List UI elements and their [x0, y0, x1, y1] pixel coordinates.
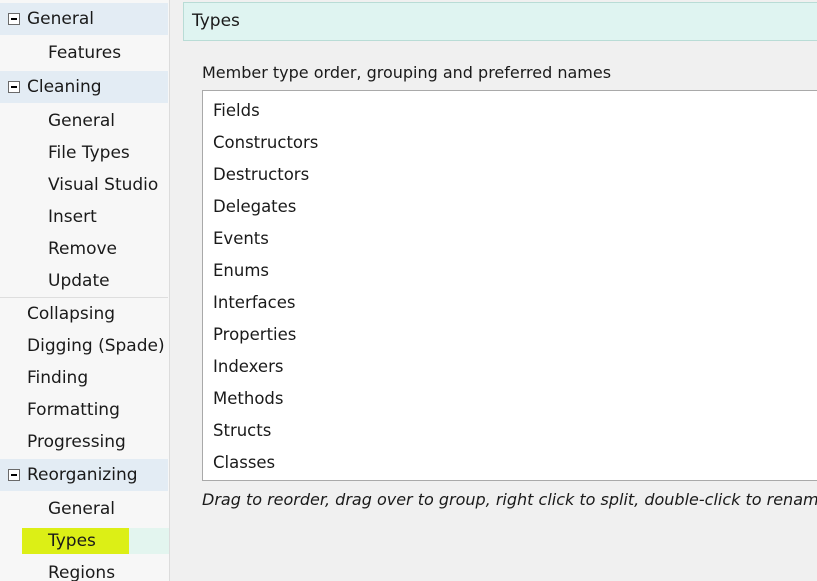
tree-item-collapsing[interactable]: Collapsing	[0, 298, 168, 330]
tree-item-label: Regions	[48, 563, 116, 581]
tree-group-reorganizing[interactable]: Reorganizing	[0, 459, 168, 491]
tree-group-label: General	[27, 9, 94, 29]
list-item-enums[interactable]: Enums	[213, 255, 269, 287]
list-item-delegates[interactable]: Delegates	[213, 191, 296, 223]
tree-item-progressing[interactable]: Progressing	[0, 426, 168, 458]
tree-item-types-selected[interactable]: Types	[0, 525, 169, 557]
collapse-icon[interactable]	[8, 13, 20, 25]
tree-item-formatting[interactable]: Formatting	[0, 394, 168, 426]
list-item-indexers[interactable]: Indexers	[213, 351, 283, 383]
tree-item-label: Collapsing	[27, 304, 116, 324]
tree-item-digging[interactable]: Digging (Spade)	[0, 330, 168, 362]
tree-item-label: File Types	[48, 143, 130, 163]
member-order-label: Member type order, grouping and preferre…	[202, 63, 612, 82]
list-item-interfaces[interactable]: Interfaces	[213, 287, 295, 319]
options-tree: General Features Cleaning General File T…	[0, 0, 170, 581]
tree-item-finding[interactable]: Finding	[0, 362, 168, 394]
tree-item-label: Visual Studio	[48, 175, 159, 195]
tree-item-label: Update	[48, 271, 110, 291]
list-item-events[interactable]: Events	[213, 223, 269, 255]
tree-item-cleaning-general[interactable]: General	[0, 105, 168, 137]
list-item-structs[interactable]: Structs	[213, 415, 271, 447]
tree-item-label: Insert	[48, 207, 97, 227]
tree-item-label: Remove	[48, 239, 117, 259]
instructions-text: Drag to reorder, drag over to group, rig…	[202, 490, 817, 509]
tree-item-label: Finding	[27, 368, 89, 388]
collapse-icon[interactable]	[8, 81, 20, 93]
list-item-fields[interactable]: Fields	[213, 95, 260, 127]
tree-item-visual-studio[interactable]: Visual Studio	[0, 169, 168, 201]
tree-item-label: Types	[48, 531, 96, 551]
collapse-icon[interactable]	[8, 469, 20, 481]
tree-item-label: Formatting	[27, 400, 120, 420]
tree-item-label: Features	[48, 43, 122, 63]
tree-item-regions[interactable]: Regions	[0, 557, 168, 581]
tree-item-remove[interactable]: Remove	[0, 233, 168, 265]
tree-item-label: General	[48, 499, 115, 519]
member-type-list[interactable]: Fields Constructors Destructors Delegate…	[202, 90, 817, 481]
tree-item-insert[interactable]: Insert	[0, 201, 168, 233]
tree-item-label: Progressing	[27, 432, 126, 452]
tree-group-general[interactable]: General	[0, 3, 168, 35]
list-item-constructors[interactable]: Constructors	[213, 127, 318, 159]
tree-item-reorganizing-general[interactable]: General	[0, 493, 168, 525]
tree-item-label: General	[48, 111, 115, 131]
tree-item-features[interactable]: Features	[0, 37, 168, 69]
selection-tail	[129, 528, 169, 554]
list-item-properties[interactable]: Properties	[213, 319, 296, 351]
tree-item-label: Digging (Spade)	[27, 336, 165, 356]
tree-item-update[interactable]: Update	[0, 265, 168, 297]
tree-group-cleaning[interactable]: Cleaning	[0, 71, 168, 103]
tree-item-file-types[interactable]: File Types	[0, 137, 168, 169]
tree-group-label: Reorganizing	[27, 465, 138, 485]
page-title: Types	[183, 2, 817, 41]
list-item-destructors[interactable]: Destructors	[213, 159, 309, 191]
list-item-methods[interactable]: Methods	[213, 383, 283, 415]
tree-group-label: Cleaning	[27, 77, 102, 97]
list-item-classes[interactable]: Classes	[213, 447, 275, 479]
